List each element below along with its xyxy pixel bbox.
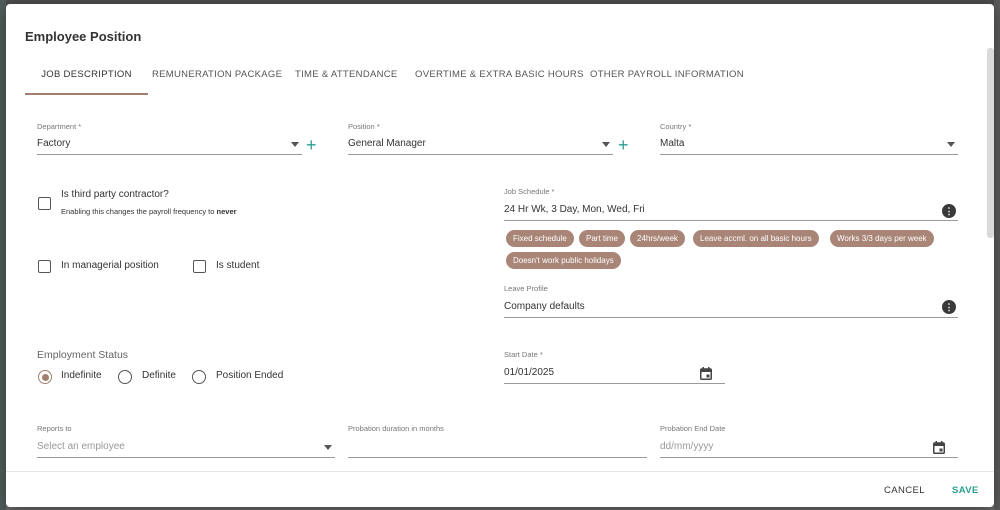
reports-to-placeholder: Select an employee — [37, 441, 125, 452]
cancel-button[interactable]: CANCEL — [884, 485, 925, 496]
schedule-chip: Fixed schedule — [506, 230, 574, 247]
managerial-label: In managerial position — [61, 260, 159, 271]
reports-to-select[interactable]: Select an employee — [37, 437, 335, 458]
schedule-chip: Works 3/3 days per week — [830, 230, 934, 247]
radio-position-ended[interactable] — [192, 370, 206, 384]
schedule-chip: Leave accml. on all basic hours — [693, 230, 819, 247]
job-schedule-value: 24 Hr Wk, 3 Day, Mon, Wed, Fri — [504, 204, 645, 215]
managerial-checkbox[interactable] — [38, 260, 51, 273]
tab-time-attendance[interactable]: TIME & ATTENDANCE — [295, 64, 397, 93]
schedule-chip: 24hrs/week — [630, 230, 685, 247]
tab-job-description[interactable]: JOB DESCRIPTION — [25, 64, 148, 95]
tab-overtime[interactable]: OVERTIME & EXTRA BASIC HOURS — [415, 64, 583, 93]
chevron-down-icon — [324, 445, 332, 450]
radio-indefinite-label: Indefinite — [61, 370, 102, 381]
student-label: Is student — [216, 260, 260, 271]
calendar-icon[interactable] — [933, 441, 945, 454]
start-date-value: 01/01/2025 — [504, 367, 555, 378]
third-party-checkbox[interactable] — [38, 197, 51, 210]
leave-profile-label: Leave Profile — [504, 284, 548, 293]
probation-duration-input[interactable] — [348, 437, 647, 458]
employment-status-label: Employment Status — [37, 349, 129, 361]
footer-divider — [6, 471, 994, 472]
job-schedule-field[interactable]: 24 Hr Wk, 3 Day, Mon, Wed, Fri — [504, 200, 958, 221]
tab-other-payroll[interactable]: OTHER PAYROLL INFORMATION — [590, 64, 744, 93]
radio-definite[interactable] — [118, 370, 132, 384]
country-label: Country * — [660, 122, 692, 131]
country-select[interactable]: Malta — [660, 134, 958, 155]
start-date-label: Start Date * — [504, 350, 543, 359]
start-date-field[interactable]: 01/01/2025 — [504, 363, 725, 384]
student-checkbox[interactable] — [193, 260, 206, 273]
department-select[interactable]: Factory — [37, 134, 302, 155]
save-button[interactable]: SAVE — [952, 485, 979, 496]
country-value: Malta — [660, 138, 685, 149]
probation-end-label: Probation End Date — [660, 424, 726, 433]
employee-position-dialog: Employee Position JOB DESCRIPTION REMUNE… — [6, 4, 994, 507]
third-party-hint-text: Enabling this changes the payroll freque… — [61, 207, 215, 216]
third-party-hint: Enabling this changes the payroll freque… — [61, 207, 237, 216]
add-position-icon[interactable]: + — [618, 136, 629, 154]
add-department-icon[interactable]: + — [306, 136, 317, 154]
backdrop-right — [994, 0, 1000, 510]
radio-indefinite[interactable] — [38, 370, 52, 384]
reports-to-label: Reports to — [37, 424, 72, 433]
radio-definite-label: Definite — [142, 370, 176, 381]
chevron-down-icon — [602, 142, 610, 147]
calendar-icon[interactable] — [700, 367, 712, 380]
probation-duration-label: Probation duration in months — [348, 424, 444, 433]
tab-remuneration-package[interactable]: REMUNERATION PACKAGE — [152, 64, 282, 93]
leave-profile-field[interactable]: Company defaults — [504, 297, 958, 318]
probation-end-field[interactable]: dd/mm/yyyy — [660, 437, 958, 458]
department-value: Factory — [37, 138, 71, 149]
dialog-title: Employee Position — [25, 29, 142, 44]
job-schedule-label: Job Schedule * — [504, 187, 555, 196]
radio-position-ended-label: Position Ended — [216, 370, 284, 381]
probation-end-placeholder: dd/mm/yyyy — [660, 441, 714, 452]
schedule-chip: Part time — [579, 230, 626, 247]
third-party-label: Is third party contractor? — [61, 189, 169, 200]
leave-profile-value: Company defaults — [504, 301, 585, 312]
department-label: Department * — [37, 122, 82, 131]
scrollbar[interactable] — [987, 48, 994, 238]
position-select[interactable]: General Manager — [348, 134, 613, 155]
schedule-chip: Doesn't work public holidays — [506, 252, 621, 269]
position-label: Position * — [348, 122, 380, 131]
chevron-down-icon — [291, 142, 299, 147]
third-party-hint-emphasis: never — [216, 207, 237, 216]
chevron-down-icon — [947, 142, 955, 147]
position-value: General Manager — [348, 138, 426, 149]
info-icon[interactable]: ⋮ — [942, 204, 956, 218]
info-icon[interactable]: ⋮ — [942, 300, 956, 314]
